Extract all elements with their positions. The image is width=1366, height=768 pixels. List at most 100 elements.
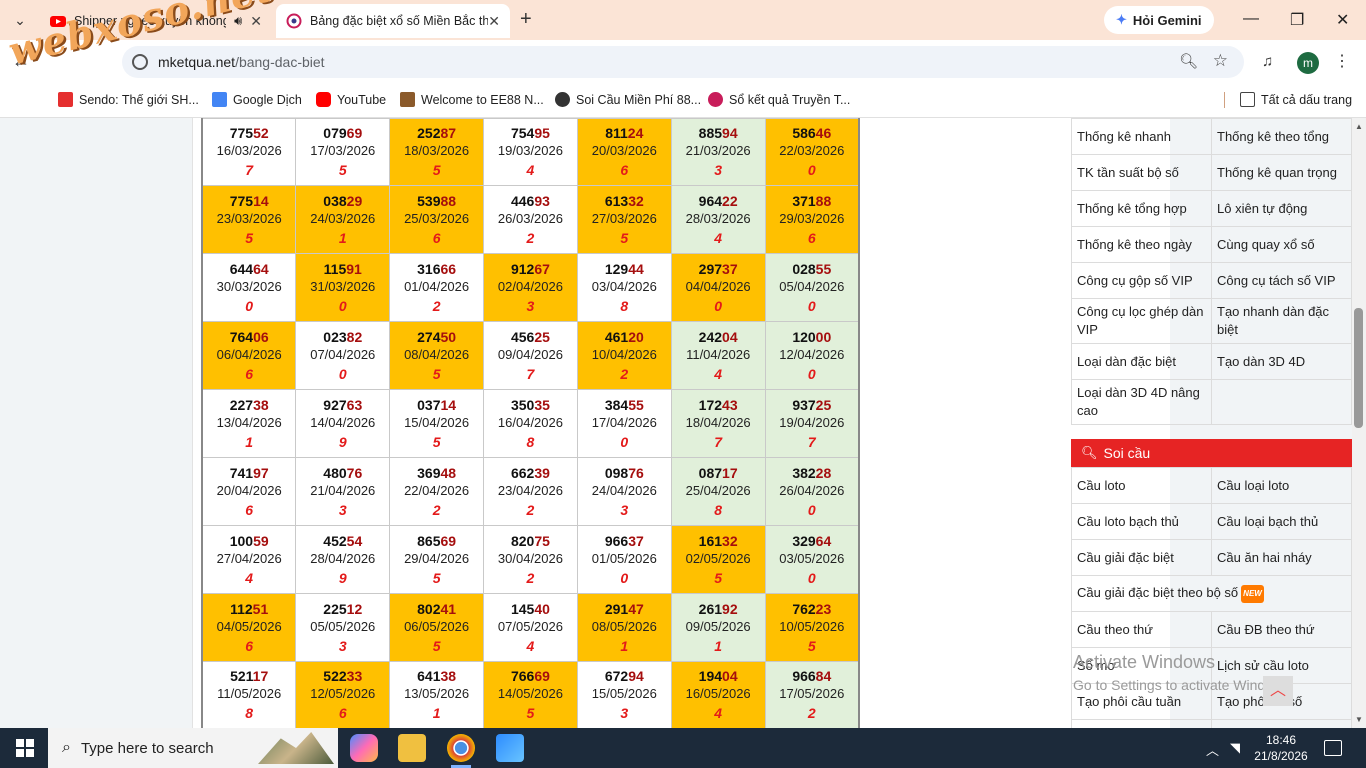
sidebar-link[interactable]: Thống kê nhanh (1071, 118, 1212, 155)
windows-start-icon[interactable] (16, 739, 34, 757)
chrome-icon[interactable] (447, 734, 475, 768)
close-tab-icon[interactable]: ✕ (488, 13, 500, 30)
digit-total: 5 (338, 162, 347, 178)
sidebar-link[interactable]: Cầu loại bạch thủ (1211, 503, 1352, 540)
clock[interactable]: 18:46 21/8/2026 (1248, 732, 1314, 764)
prize-tail: 69 (534, 668, 550, 685)
tab-active[interactable]: Bảng đặc biệt xổ số Miền Bắc theo tuần ✕ (276, 4, 510, 38)
prize-number: 96684 (792, 668, 832, 685)
sidebar-link[interactable]: Lô xiên tự động (1211, 190, 1352, 227)
prize-number: 64138 (417, 668, 457, 685)
draw-date: 21/04/2026 (310, 482, 376, 498)
bookmark-star-icon[interactable]: ☆ (1213, 51, 1228, 71)
sidebar-link[interactable]: Cầu ăn hai nháy (1211, 539, 1352, 576)
sidebar-link[interactable]: Thống kê tổng hợp (1071, 190, 1212, 227)
digit-total: 3 (526, 297, 535, 314)
photos-icon[interactable] (496, 734, 524, 762)
scroll-up-icon[interactable]: ▲ (1355, 122, 1363, 131)
sidebar-link[interactable]: Cầu giải đặc biệt theo bộ số NEW (1071, 575, 1352, 612)
prize-tail: 40 (534, 600, 550, 617)
sidebar-link[interactable]: Loại dàn 3D 4D nâng cao (1071, 379, 1212, 425)
restore-icon[interactable]: ❐ (1290, 10, 1304, 30)
prize-number: 11591 (323, 260, 362, 277)
profile-avatar[interactable]: m (1297, 52, 1319, 74)
sidebar-link[interactable]: Cầu giải đặc biệt (1071, 539, 1212, 576)
ee88-icon (400, 92, 415, 107)
sidebar-link[interactable]: Thống kê theo tổng (1211, 118, 1352, 155)
digit-total: 7 (245, 162, 254, 178)
file-explorer-icon[interactable] (398, 734, 426, 762)
browser-toolbar: ← mketqua.net/bang-dac-biet 🔍︎ ☆ (0, 40, 1366, 84)
page-scrollbar[interactable]: ▲ ▼ (1352, 118, 1366, 728)
digit-total: 8 (620, 297, 629, 314)
sidebar-link[interactable]: Cùng quay xổ số (1211, 226, 1352, 263)
new-tab-plus-icon[interactable]: + (520, 8, 532, 31)
copilot-icon[interactable] (350, 734, 378, 762)
draw-date: 01/04/2026 (404, 278, 470, 294)
sidebar-link[interactable]: Tổng hợp cầu (1071, 719, 1212, 728)
sidebar-link[interactable]: Tạo nhanh dàn đặc biệt (1211, 298, 1352, 344)
sidebar-link[interactable]: Cầu loto (1071, 467, 1212, 504)
prize-number: 03829 (323, 192, 363, 209)
all-bookmarks[interactable]: Tất cả dấu trang (1240, 92, 1352, 107)
sidebar-link[interactable]: Cầu ĐB theo thứ (1211, 611, 1352, 648)
zoom-icon[interactable]: 🔍︎ (1179, 52, 1198, 70)
notification-icon[interactable] (1324, 740, 1342, 756)
scroll-to-top-button[interactable]: ︿ (1263, 676, 1293, 706)
prize-number: 61332 (604, 192, 644, 209)
sidebar-link[interactable]: Công cụ tách số VIP (1211, 262, 1352, 299)
bookmark-soi-cau[interactable]: Soi Cầu Miền Phí 88... (555, 92, 701, 107)
menu-kebab-icon[interactable]: ⋮ (1334, 51, 1350, 71)
close-window-icon[interactable]: ✕ (1336, 10, 1349, 30)
prize-tail: 04 (722, 328, 738, 345)
site-info-icon[interactable] (132, 54, 148, 70)
close-tab-icon[interactable]: ✕ (250, 13, 262, 30)
sidebar-link[interactable]: Công cụ lọc ghép dàn VIP (1071, 298, 1212, 344)
sidebar-link[interactable]: Loại dàn đặc biệt (1071, 343, 1212, 380)
bookmark-google-translate[interactable]: Google Dịch (212, 92, 302, 107)
digit-total: 5 (526, 705, 535, 722)
gemini-button[interactable]: ✦ Hỏi Gemini (1104, 6, 1214, 34)
prize-number: 11251 (230, 600, 269, 617)
minimize-icon[interactable]: — (1243, 10, 1259, 28)
scrollbar-thumb[interactable] (1354, 308, 1363, 428)
result-cell: 09876 24/04/2026 3 (576, 457, 672, 526)
sidebar-link[interactable]: Cầu loại loto (1211, 467, 1352, 504)
result-cell: 86569 29/04/2026 5 (389, 525, 485, 594)
draw-date: 06/05/2026 (404, 618, 470, 634)
digit-total: 0 (807, 162, 816, 178)
prize-number: 27450 (417, 328, 457, 345)
digit-total: 0 (620, 433, 629, 450)
scroll-down-icon[interactable]: ▼ (1355, 715, 1363, 724)
bookmark-youtube[interactable]: YouTube (316, 92, 386, 107)
sidebar-link[interactable]: Thống kê quan trọng (1211, 154, 1352, 191)
network-icon[interactable]: ◥ (1230, 740, 1240, 756)
prize-number: 26192 (698, 600, 738, 617)
bookmark-ee88[interactable]: Welcome to EE88 N... (400, 92, 544, 107)
sidebar-link[interactable]: Cầu loto bạch thủ (1071, 503, 1212, 540)
result-cell: 80241 06/05/2026 5 (389, 593, 485, 662)
bookmark-so-ket-qua[interactable]: Sổ kết quả Truyền T... (708, 92, 850, 107)
address-bar[interactable]: mketqua.net/bang-dac-biet 🔍︎ ☆ (122, 46, 1244, 78)
prize-tail: 38 (253, 396, 269, 413)
sidebar-link[interactable]: Thống kê theo ngày (1071, 226, 1212, 263)
prize-number: 02382 (323, 328, 363, 345)
sidebar-link[interactable]: Công cụ gộp số VIP (1071, 262, 1212, 299)
bookmarks-bar: Sendo: Thế giới SH... Google Dịch YouTub… (0, 84, 1366, 118)
sidebar-link[interactable]: TK tần suất bộ số (1071, 154, 1212, 191)
sidebar-link[interactable]: Tạo dàn 3D 4D (1211, 343, 1352, 380)
result-cell: 29737 04/04/2026 0 (670, 253, 766, 322)
draw-date: 15/05/2026 (591, 686, 657, 702)
media-control-icon[interactable]: ♫ (1262, 53, 1273, 70)
draw-date: 13/04/2026 (216, 414, 282, 430)
sidebar-link[interactable]: Cầu theo thứ (1071, 611, 1212, 648)
prize-tail: 22 (722, 192, 738, 209)
prize-tail: 64 (815, 532, 832, 549)
bookmark-sendo[interactable]: Sendo: Thế giới SH... (58, 92, 199, 107)
digit-total: 0 (807, 501, 816, 518)
draw-date: 05/05/2026 (310, 618, 376, 634)
url-text[interactable]: mketqua.net/bang-dac-biet (158, 54, 325, 70)
result-cell: 38228 26/04/2026 0 (764, 457, 860, 526)
taskbar-search[interactable]: ⌕ Type here to search (48, 728, 338, 768)
tray-chevron-icon[interactable]: ︿ (1206, 740, 1219, 759)
